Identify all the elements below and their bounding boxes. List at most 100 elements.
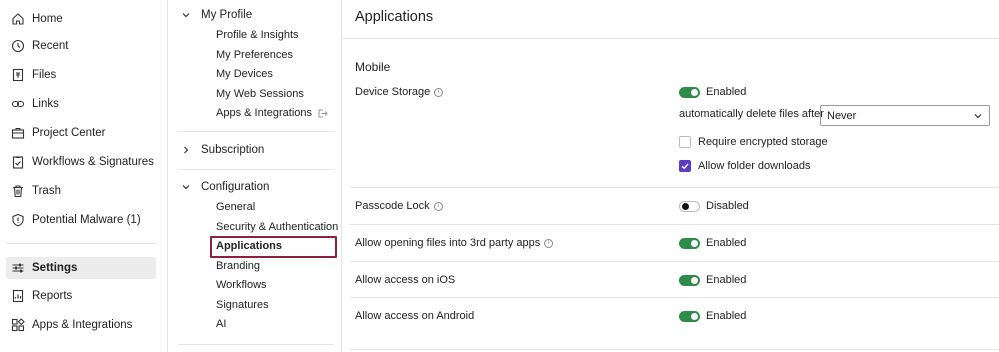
toggle-status: Enabled [706,237,747,249]
link-icon [10,96,26,112]
info-icon[interactable]: i [433,201,443,211]
nav-home[interactable]: Home [6,8,156,30]
section-configuration[interactable]: Configuration [180,178,269,196]
setting-label: Device Storage [355,86,431,98]
report-icon [10,288,26,304]
section-label: Subscription [201,144,265,156]
passcode-label: Passcode Lock i [355,198,443,214]
row-divider [350,261,999,262]
ios-toggle[interactable] [679,274,700,286]
nav-label: Apps & Integrations [32,319,133,331]
android-toggle[interactable] [679,310,700,322]
left-navigation: Home Recent Files Links Project Center W… [0,0,168,352]
sliders-icon [10,260,26,276]
tree-item-my-web-sessions[interactable]: My Web Sessions [216,86,304,102]
section-title-mobile: Mobile [355,60,391,74]
auto-delete-select[interactable]: Never [820,105,990,126]
row-divider [350,297,999,298]
tree-item-branding[interactable]: Branding [216,258,260,274]
info-icon[interactable]: i [434,87,444,97]
files-icon [10,67,26,83]
nav-potential-malware[interactable]: Potential Malware (1) [6,209,156,231]
tree-divider [178,131,334,132]
nav-apps-integrations[interactable]: Apps & Integrations [6,314,156,336]
nav-label: Reports [32,290,73,302]
device-storage-label: Device Storage i [355,84,444,100]
trash-icon [10,183,26,199]
toggle-status: Enabled [706,86,747,98]
nav-settings[interactable]: Settings [6,257,156,279]
briefcase-icon [10,125,26,141]
title-divider [342,38,999,39]
nav-label: Settings [32,262,78,274]
require-encrypted-row: Require encrypted storage [679,135,828,149]
third-party-label: Allow opening files into 3rd party apps … [355,235,554,251]
row-divider [350,187,999,188]
page-title: Applications [355,9,434,25]
clipboard-check-icon [10,154,26,170]
tree-item-signatures[interactable]: Signatures [216,297,269,313]
tree-item-my-devices[interactable]: My Devices [216,66,273,82]
allow-downloads-checkbox[interactable] [679,160,691,172]
chevron-down-icon [973,111,983,121]
toggle-status: Enabled [706,310,747,322]
third-party-toggle[interactable] [679,237,700,249]
third-party-toggle-row: Enabled [679,235,746,251]
main-content: Applications Mobile Device Storage i Ena… [342,0,999,352]
section-label: Configuration [201,181,270,193]
nav-divider [6,243,156,244]
checkbox-label: Require encrypted storage [698,136,828,148]
setting-label: Passcode Lock [355,200,430,212]
tree-item-label: Apps & Integrations [216,107,313,119]
home-icon [10,11,26,27]
nav-label: Home [32,13,63,25]
tree-item-apps-integrations[interactable]: Apps & Integrations [216,105,328,121]
toggle-status: Enabled [706,274,747,286]
device-storage-toggle-row: Enabled [679,84,746,100]
chevron-right-icon [180,144,192,156]
tree-item-profile-insights[interactable]: Profile & Insights [216,27,299,43]
tree-divider [178,344,334,345]
require-encrypted-checkbox[interactable] [679,136,691,148]
passcode-toggle[interactable] [679,200,700,212]
nav-label: Potential Malware (1) [32,214,141,226]
nav-label: Recent [32,40,69,52]
row-divider [350,349,999,350]
settings-tree: My Profile Profile & Insights My Prefere… [168,0,342,352]
android-label: Allow access on Android [355,310,475,322]
tree-item-general[interactable]: General [216,199,255,215]
nav-workflows-signatures[interactable]: Workflows & Signatures [6,151,156,173]
section-subscription[interactable]: Subscription [180,141,264,159]
nav-project-center[interactable]: Project Center [6,122,156,144]
select-value: Never [827,109,857,122]
info-icon[interactable]: i [544,238,554,248]
nav-label: Project Center [32,127,106,139]
shield-alert-icon [10,212,26,228]
nav-files[interactable]: Files [6,64,156,86]
chevron-down-icon [180,181,192,193]
nav-recent[interactable]: Recent [6,35,156,57]
device-storage-toggle[interactable] [679,86,700,98]
section-my-profile[interactable]: My Profile [180,6,252,24]
nav-trash[interactable]: Trash [6,180,156,202]
tree-item-workflows[interactable]: Workflows [216,277,267,293]
nav-label: Trash [32,185,61,197]
tree-item-my-preferences[interactable]: My Preferences [216,47,293,63]
setting-label: Allow opening files into 3rd party apps [355,237,541,249]
allow-downloads-row: Allow folder downloads [679,159,811,173]
ios-label: Allow access on iOS [355,274,456,286]
auto-delete-label: automatically delete files after [679,108,824,120]
tree-item-applications[interactable]: Applications [216,238,282,254]
nav-links[interactable]: Links [6,93,156,115]
tree-item-security-authentication[interactable]: Security & Authentication [216,219,338,235]
passcode-toggle-row: Disabled [679,198,749,214]
nav-label: Workflows & Signatures [32,156,154,168]
apps-icon [10,317,26,333]
nav-reports[interactable]: Reports [6,285,156,307]
tree-item-ai[interactable]: AI [216,316,226,332]
row-divider [350,224,999,225]
section-label: My Profile [201,9,253,21]
nav-label: Files [32,69,57,81]
ios-toggle-row: Enabled [679,272,746,288]
external-link-icon [317,108,328,119]
